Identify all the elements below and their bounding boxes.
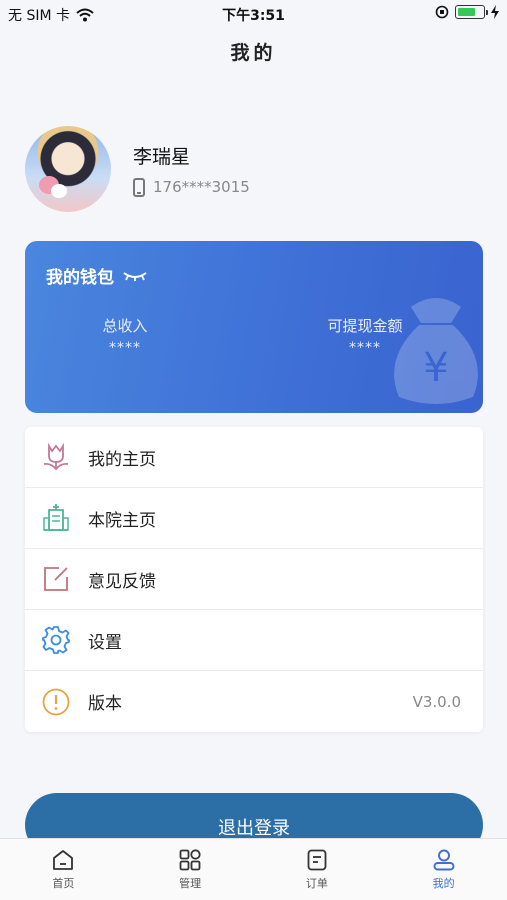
status-bar: 无 SIM 卡 下午3:51 [0,0,507,28]
hospital-icon [39,501,73,535]
phone-icon [133,177,145,197]
profile-phone: 176****3015 [153,178,250,196]
tab-home[interactable]: 首页 [0,839,127,900]
info-icon [39,685,73,719]
tab-mine[interactable]: 我的 [380,839,507,900]
profile-section[interactable]: 李瑞星 176****3015 [25,126,250,212]
wallet-card[interactable]: 我的钱包 总收入 **** 可提现金额 **** ¥ [25,241,483,413]
tab-manage[interactable]: 管理 [127,839,254,900]
menu-item-label: 我的主页 [88,449,156,470]
total-income-value: **** [109,340,141,356]
status-right [435,5,499,19]
profile-name: 李瑞星 [133,145,191,168]
menu-item-label: 设置 [88,632,122,653]
orientation-lock-icon [435,5,449,19]
menu-item-label: 版本 [88,694,122,714]
svg-text:¥: ¥ [423,345,448,391]
gear-icon [39,623,73,657]
tulip-icon [39,440,73,474]
edit-icon [39,562,73,596]
menu-item-settings[interactable]: 设置 [25,610,483,671]
user-icon [433,849,455,871]
total-income-label: 总收入 [102,317,148,335]
wallet-title: 我的钱包 [46,268,114,288]
tab-bar: 首页 管理 订单 我的 [0,838,507,900]
status-time: 下午3:51 [222,8,285,24]
tab-label: 管理 [179,877,202,890]
profile-info: 李瑞星 176****3015 [133,142,250,197]
menu-list: 我的主页 本院主页 意见反馈 设置 版本 V3.0.0 [25,427,483,732]
menu-item-label: 本院主页 [88,510,156,531]
order-icon [307,849,327,871]
total-income-stat: 总收入 **** [85,315,165,356]
money-bag-icon: ¥ [394,298,478,404]
menu-item-hospital-homepage[interactable]: 本院主页 [25,488,483,549]
menu-item-label: 意见反馈 [88,571,156,592]
tab-label: 首页 [52,877,75,890]
page-title: 我的 [230,42,277,64]
home-icon [53,850,74,870]
tab-label: 我的 [432,877,455,890]
version-value: V3.0.0 [412,692,461,711]
avatar[interactable] [25,126,111,212]
eye-closed-icon[interactable] [122,270,148,282]
tab-orders[interactable]: 订单 [254,839,381,900]
menu-item-version[interactable]: 版本 V3.0.0 [25,671,483,732]
grid-icon [179,849,201,871]
wallet-title-row: 我的钱包 [46,263,148,288]
charging-icon [491,5,499,19]
menu-item-my-homepage[interactable]: 我的主页 [25,427,483,488]
profile-phone-row: 176****3015 [133,177,250,197]
battery-icon [455,5,488,19]
tab-label: 订单 [305,877,328,890]
menu-item-feedback[interactable]: 意见反馈 [25,549,483,610]
